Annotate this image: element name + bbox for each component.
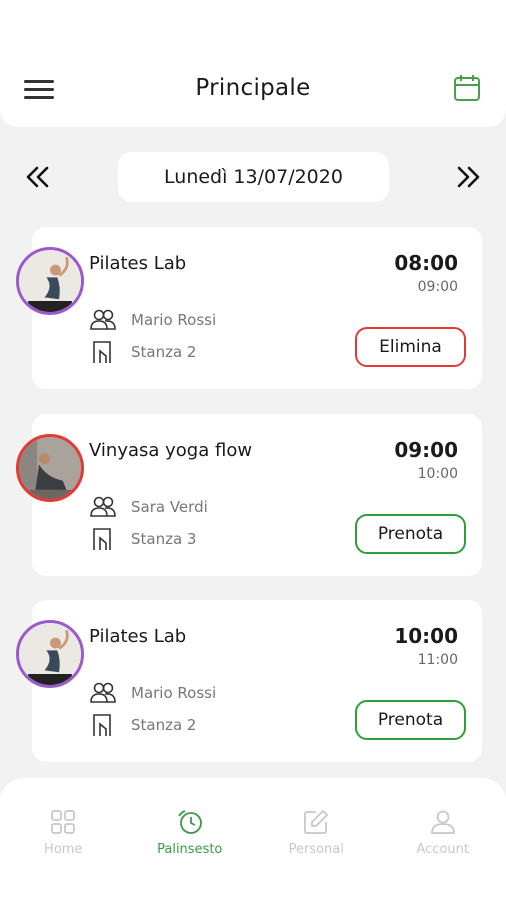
people-icon — [90, 309, 116, 330]
class-name: Pilates Lab — [89, 253, 187, 274]
room-row: Stanza 2 — [89, 339, 196, 365]
app-header: Principale — [0, 0, 506, 127]
instructor-avatar — [16, 620, 84, 688]
room-name: Stanza 2 — [131, 716, 197, 734]
door-icon — [93, 341, 111, 363]
nav-item-account[interactable]: Account — [380, 778, 506, 900]
nav-label: Personal — [288, 842, 344, 857]
edit-icon — [304, 809, 329, 834]
class-card: Pilates Lab 08:00 09:00 Mario Rossi Stan… — [16, 227, 482, 389]
end-time: 11:00 — [417, 652, 458, 668]
instructor-row: Mario Rossi — [89, 307, 216, 333]
delete-booking-button[interactable]: Elimina — [355, 327, 466, 367]
date-label[interactable]: Lunedì 13/07/2020 — [118, 152, 389, 202]
door-icon — [93, 714, 111, 736]
start-time: 09:00 — [394, 438, 458, 462]
end-time: 10:00 — [417, 466, 458, 482]
end-time: 09:00 — [417, 279, 458, 295]
yoga-pose-image — [19, 623, 81, 685]
class-card: Pilates Lab 10:00 11:00 Mario Rossi Stan… — [16, 600, 482, 762]
bottom-navigation: Home Palinsesto Personal Account — [0, 778, 506, 900]
user-icon — [430, 810, 455, 834]
instructor-row: Sara Verdi — [89, 494, 208, 520]
instructor-name: Mario Rossi — [131, 311, 217, 329]
instructor-avatar — [16, 247, 84, 315]
date-navigation: Lunedì 13/07/2020 — [0, 152, 506, 202]
class-name: Vinyasa yoga flow — [89, 440, 253, 461]
yoga-pose-image — [19, 437, 81, 499]
start-time: 10:00 — [394, 624, 458, 648]
door-icon — [93, 528, 111, 550]
nav-item-home[interactable]: Home — [0, 778, 127, 900]
instructor-row: Mario Rossi — [89, 680, 216, 706]
calendar-icon[interactable] — [452, 73, 482, 103]
people-icon — [90, 496, 116, 517]
class-name: Pilates Lab — [89, 626, 187, 647]
start-time: 08:00 — [394, 251, 458, 275]
grid-icon — [51, 810, 76, 834]
room-row: Stanza 2 — [89, 712, 196, 738]
nav-item-personal[interactable]: Personal — [253, 778, 380, 900]
instructor-name: Sara Verdi — [131, 498, 208, 516]
instructor-name: Mario Rossi — [131, 684, 217, 702]
book-class-button[interactable]: Prenota — [355, 700, 466, 740]
page-title: Principale — [195, 75, 311, 101]
class-card: Vinyasa yoga flow 09:00 10:00 Sara Verdi… — [16, 414, 482, 576]
room-name: Stanza 3 — [131, 530, 197, 548]
book-class-button[interactable]: Prenota — [355, 514, 466, 554]
nav-label: Palinsesto — [157, 842, 223, 857]
nav-item-palinsesto[interactable]: Palinsesto — [127, 778, 254, 900]
instructor-avatar — [16, 434, 84, 502]
people-icon — [90, 682, 116, 703]
nav-label: Account — [416, 842, 470, 857]
nav-label: Home — [44, 842, 83, 857]
yoga-pose-image — [19, 250, 81, 312]
next-day-icon[interactable] — [454, 162, 484, 192]
schedule-icon — [177, 810, 202, 834]
previous-day-icon[interactable] — [22, 162, 52, 192]
room-name: Stanza 2 — [131, 343, 197, 361]
room-row: Stanza 3 — [89, 526, 196, 552]
